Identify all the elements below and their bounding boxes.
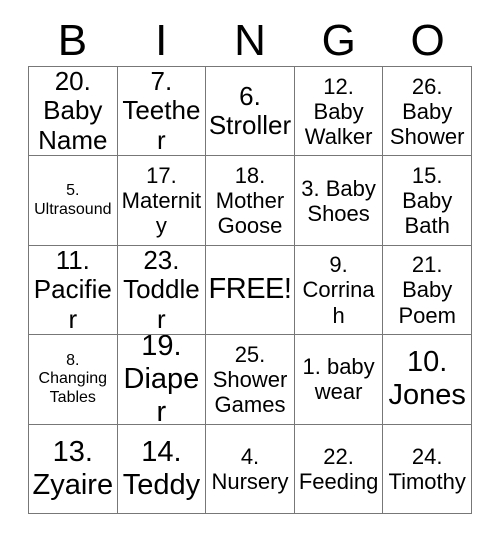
bingo-cell[interactable]: 3. Baby Shoes	[294, 156, 384, 246]
bingo-cell-text: 18. Mother Goose	[215, 162, 285, 239]
bingo-cell-text: 4. Nursery	[211, 443, 289, 494]
bingo-cell[interactable]: 5. Ultrasound	[29, 156, 118, 246]
bingo-cell-text: 9. Corrinah	[302, 252, 375, 328]
bingo-cell[interactable]: 12. Baby Walker	[294, 67, 384, 157]
bingo-cell[interactable]: 9. Corrinah	[294, 245, 384, 336]
bingo-cell[interactable]: 24. Timothy	[383, 424, 472, 514]
bingo-cell-text: 11. Pacifier	[33, 245, 112, 334]
bingo-cell[interactable]: 13. Zyaire	[29, 424, 118, 514]
bingo-cell-text: 12. Baby Walker	[304, 73, 373, 149]
bingo-cell[interactable]: 18. Mother Goose	[206, 156, 295, 246]
bingo-header-letter-g: G	[321, 16, 356, 65]
bingo-cell[interactable]: 20. Baby Name	[29, 67, 118, 157]
bingo-cell[interactable]: 10. Jones	[383, 335, 472, 425]
bingo-cell-text: 6. Stroller	[208, 80, 292, 141]
bingo-cell[interactable]: 4. Nursery	[206, 424, 295, 514]
bingo-cell-text: 8. Changing Tables	[38, 352, 108, 406]
bingo-cell[interactable]: 17. Maternity	[117, 156, 207, 246]
bingo-cell[interactable]: 22. Feeding	[294, 424, 384, 514]
bingo-cell-text: 3. Baby Shoes	[301, 175, 376, 226]
bingo-card: B I N G O 20. Baby Name 7. Teether 6. St…	[0, 0, 500, 544]
bingo-cell-text: 15. Baby Bath	[402, 162, 453, 239]
bingo-cell-text: 24. Timothy	[388, 443, 466, 494]
bingo-cell[interactable]: 11. Pacifier	[29, 245, 118, 336]
bingo-cell-text: 22. Feeding	[298, 443, 379, 494]
bingo-cell-text: 5. Ultrasound	[34, 182, 112, 218]
bingo-cell[interactable]: 21. Baby Poem	[383, 245, 472, 336]
bingo-cell-text: 1. baby wear	[302, 354, 375, 405]
bingo-cell[interactable]: 14. Teddy	[117, 424, 207, 514]
bingo-cell-text: 7. Teether	[122, 67, 201, 156]
bingo-header-letter-b: B	[57, 16, 88, 65]
bingo-cell-text: 10. Jones	[388, 346, 466, 412]
bingo-cell[interactable]: 19. Diaper	[117, 335, 207, 425]
bingo-cell-text: 17. Maternity	[121, 162, 202, 239]
bingo-free-space-text: FREE!	[208, 273, 292, 306]
bingo-cell[interactable]: 26. Baby Shower	[383, 67, 472, 157]
bingo-header-row: B I N G O	[28, 16, 472, 66]
bingo-cell-text: 23. Toddler	[123, 245, 200, 334]
bingo-cell-text: 14. Teddy	[122, 435, 201, 501]
bingo-cell[interactable]: 6. Stroller	[206, 67, 295, 157]
bingo-free-space[interactable]: FREE!	[206, 245, 295, 336]
bingo-cell[interactable]: 8. Changing Tables	[29, 335, 118, 425]
bingo-cell-text: 25. Shower Games	[212, 341, 288, 417]
bingo-grid: 20. Baby Name 7. Teether 6. Stroller 12.…	[28, 66, 472, 514]
bingo-header-letter-o: O	[410, 16, 445, 65]
bingo-cell-text: 21. Baby Poem	[398, 252, 456, 328]
bingo-cell-text: 13. Zyaire	[32, 435, 114, 501]
bingo-cell[interactable]: 7. Teether	[117, 67, 207, 157]
bingo-cell-text: 19. Diaper	[123, 335, 200, 425]
bingo-cell[interactable]: 23. Toddler	[117, 245, 207, 336]
bingo-header-letter-n: N	[234, 16, 266, 65]
bingo-cell-text: 20. Baby Name	[38, 67, 108, 156]
bingo-cell[interactable]: 25. Shower Games	[206, 335, 295, 425]
bingo-cell-text: 26. Baby Shower	[389, 73, 465, 149]
bingo-header-letter-i: I	[155, 16, 168, 65]
bingo-cell[interactable]: 1. baby wear	[294, 335, 384, 425]
bingo-cell[interactable]: 15. Baby Bath	[383, 156, 472, 246]
